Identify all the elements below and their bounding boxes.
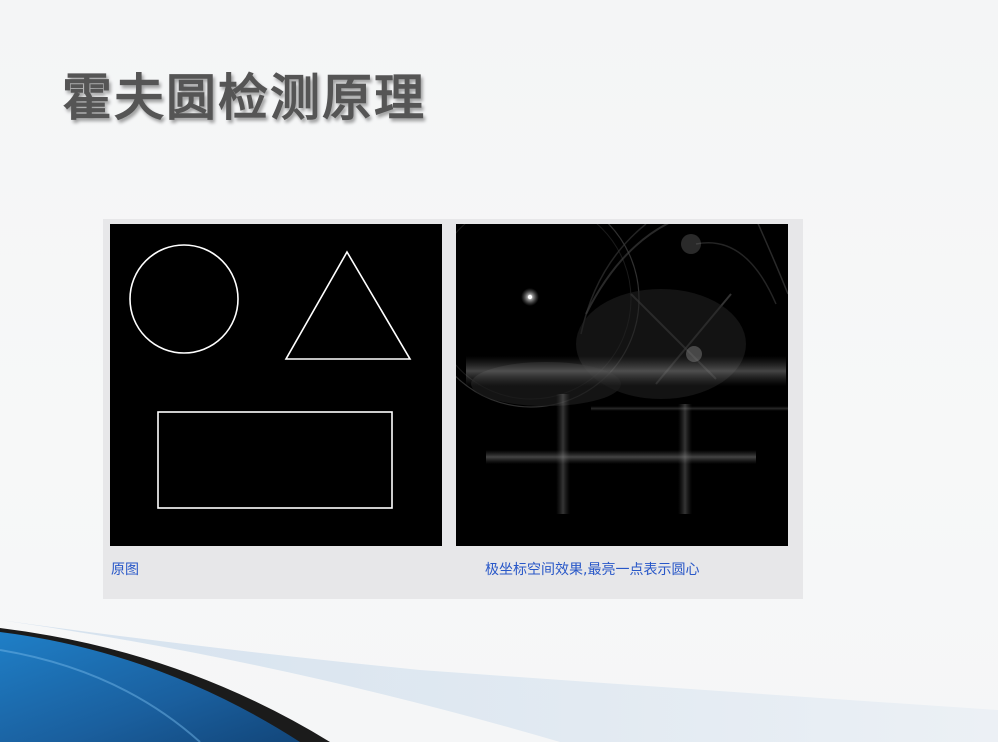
accumulator-band <box>486 450 756 464</box>
circle-center-core <box>527 294 533 300</box>
decorative-wave <box>0 620 998 742</box>
accumulator-band <box>556 394 570 514</box>
hough-space-panel <box>456 224 788 546</box>
original-image-panel <box>110 224 442 546</box>
figure-box: 原图 极坐标空间效果,最亮一点表示圆心 <box>103 219 803 599</box>
accumulator-curve <box>695 242 777 305</box>
shape-circle <box>129 244 239 354</box>
shape-triangle <box>284 250 412 360</box>
accumulator-band <box>466 356 786 386</box>
original-caption: 原图 <box>111 562 139 578</box>
accumulator-glow <box>686 346 702 362</box>
accumulator-band <box>678 404 692 514</box>
hough-space-caption: 极坐标空间效果,最亮一点表示圆心 <box>485 562 700 578</box>
slide-title: 霍夫圆检测原理 <box>62 69 426 127</box>
original-image <box>129 244 412 509</box>
wave-blue <box>0 632 300 742</box>
hough-space-image <box>456 224 788 514</box>
accumulator-curve <box>757 224 788 295</box>
accumulator-glow <box>681 234 701 254</box>
shape-rectangle <box>157 411 393 509</box>
